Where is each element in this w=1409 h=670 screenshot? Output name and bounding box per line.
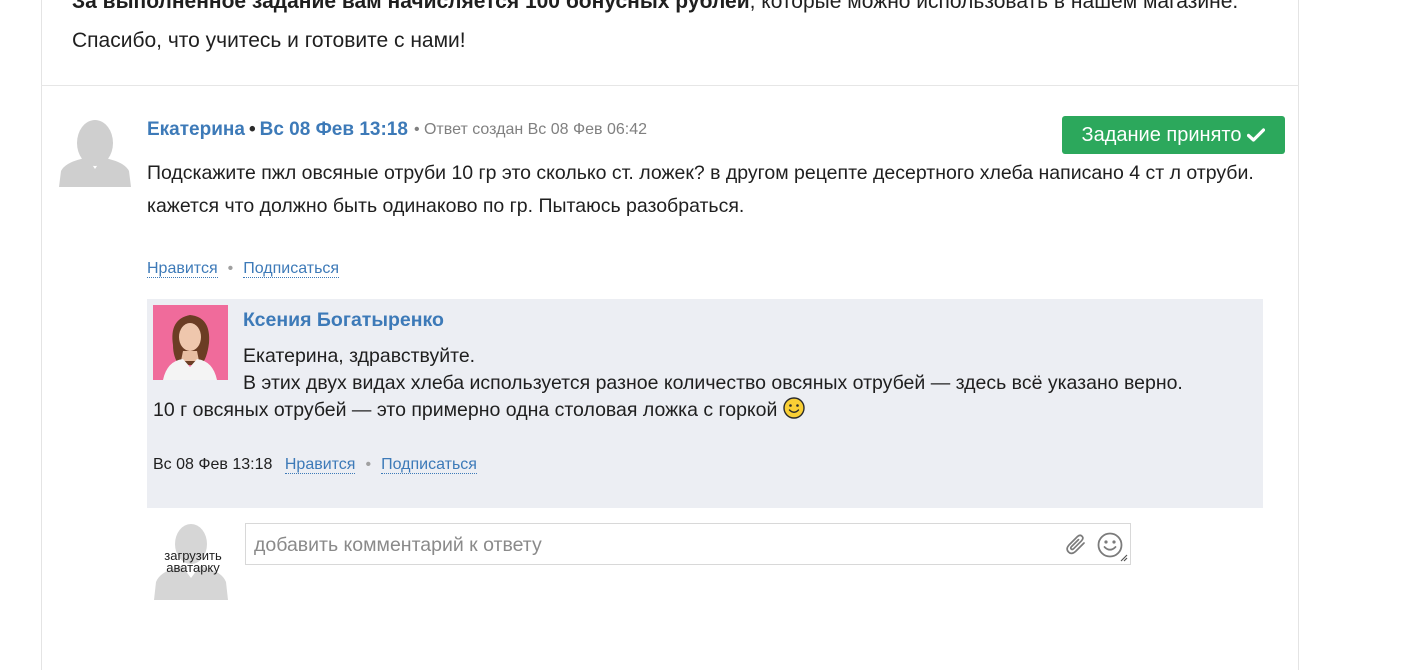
reply-paragraph: В этих двух видах хлеба используется раз… bbox=[243, 372, 1183, 394]
answer-actions: Нравится • Подписаться bbox=[147, 260, 340, 278]
reply-greeting: Екатерина, здравствуйте. bbox=[243, 345, 476, 367]
upload-avatar-label[interactable]: загрузить аватарку bbox=[152, 549, 234, 574]
accepted-status-badge: Задание принято bbox=[1062, 116, 1285, 154]
checkmark-icon bbox=[1247, 128, 1266, 142]
comment-input[interactable] bbox=[252, 530, 1056, 560]
reply-text: Екатерина, здравствуйте. В этих двух вид… bbox=[153, 343, 1233, 424]
user-avatar[interactable] bbox=[59, 119, 131, 192]
resize-handle-icon[interactable] bbox=[1118, 552, 1128, 562]
answer-date-link[interactable]: Вс 08 Фев 13:18 bbox=[260, 119, 408, 140]
subscribe-link[interactable]: Подписаться bbox=[243, 260, 340, 278]
reply-author-name[interactable]: Ксения Богатыренко bbox=[243, 309, 444, 332]
action-separator: • bbox=[227, 260, 234, 277]
smiley-icon bbox=[783, 397, 805, 419]
reply-answer-line: 10 г овсяных отрубей — это примерно одна… bbox=[153, 397, 1233, 424]
bonus-message-bold: За выполненное задание вам начисляется 1… bbox=[72, 0, 750, 13]
answer-author-link[interactable]: Екатерина bbox=[147, 119, 245, 140]
reply-like-link[interactable]: Нравится bbox=[284, 456, 356, 474]
action-separator: • bbox=[365, 456, 372, 473]
answer-created: • Ответ создан Вс 08 Фев 06:42 bbox=[413, 120, 648, 139]
comment-field[interactable] bbox=[245, 523, 1131, 565]
reply-actions: Вс 08 Фев 13:18 Нравится • Подписаться bbox=[153, 456, 477, 474]
divider bbox=[41, 85, 1299, 86]
answer-meta: Екатерина • Вс 08 Фев 13:18 • Ответ создан … bbox=[147, 119, 647, 141]
reply-subscribe-link[interactable]: Подписаться bbox=[381, 456, 477, 474]
like-link[interactable]: Нравится bbox=[147, 260, 218, 278]
paperclip-icon[interactable] bbox=[1064, 532, 1088, 556]
answer-text: Подскажите пжл овсяные отруби 10 гр это … bbox=[147, 162, 1254, 217]
accepted-status-label: Задание принято bbox=[1081, 123, 1242, 146]
reply-block: Ксения Богатыренко Екатерина, здравствуй… bbox=[147, 299, 1263, 508]
reply-date: Вс 08 Фев 13:18 bbox=[153, 456, 273, 473]
upload-avatar[interactable]: загрузить аватарку bbox=[152, 522, 230, 600]
bonus-message: За выполненное задание вам начисляется 1… bbox=[72, 0, 1272, 60]
user-silhouette-icon bbox=[59, 120, 131, 187]
meta-separator: • bbox=[248, 119, 256, 140]
